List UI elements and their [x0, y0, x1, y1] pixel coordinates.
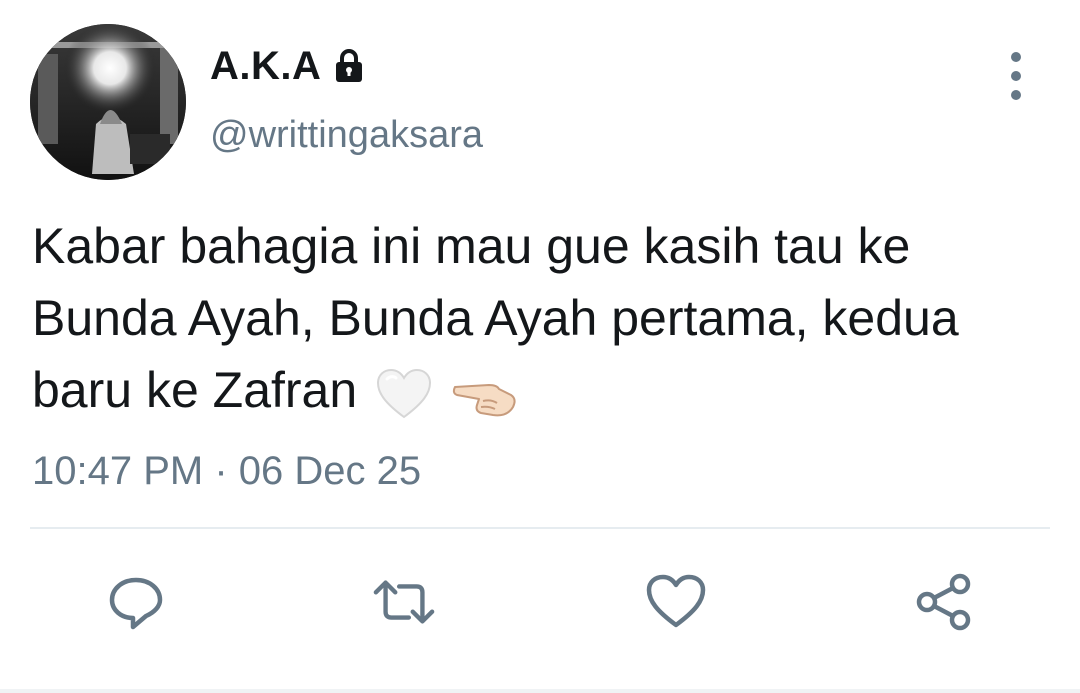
divider	[30, 527, 1050, 529]
pointing-hand-emoji	[451, 368, 521, 440]
like-button[interactable]	[644, 570, 708, 634]
heart-icon	[646, 574, 706, 628]
tweet-timestamp[interactable]: 10:47 PM · 06 Dec 25	[32, 447, 421, 495]
display-name-text: A.K.A	[210, 44, 322, 88]
reply-button[interactable]	[104, 570, 168, 634]
white-heart-emoji	[375, 367, 433, 440]
reply-icon	[109, 577, 163, 630]
retweet-button[interactable]	[372, 570, 436, 634]
user-handle[interactable]: @writtingaksara	[210, 112, 483, 158]
lock-icon	[331, 48, 367, 84]
more-vertical-icon-dot	[1011, 71, 1021, 81]
more-vertical-icon-dot	[1011, 90, 1021, 100]
avatar[interactable]	[30, 24, 186, 180]
share-icon	[916, 573, 971, 631]
more-vertical-icon	[1011, 52, 1021, 62]
bottom-separator	[0, 689, 1080, 693]
tweet-text: Kabar bahagia ini mau gue kasih tau ke B…	[32, 210, 1062, 440]
display-name[interactable]: A.K.A	[210, 42, 367, 90]
retweet-icon	[373, 580, 435, 624]
avatar-photo	[30, 24, 186, 180]
share-button[interactable]	[912, 570, 976, 634]
more-options-button[interactable]	[996, 52, 1036, 100]
